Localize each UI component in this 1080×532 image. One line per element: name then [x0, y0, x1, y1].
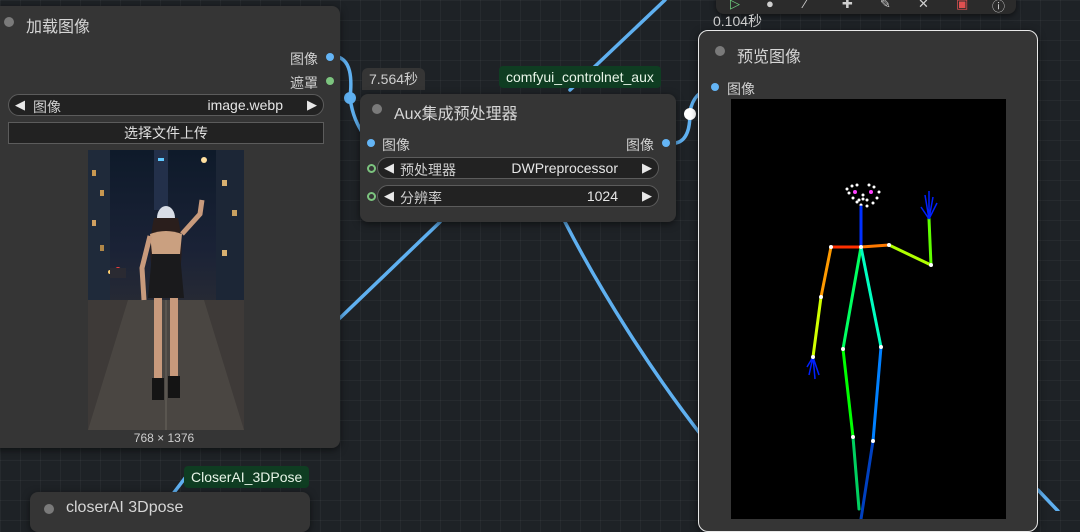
pose-preview-image: [731, 99, 1006, 521]
input-slot-image[interactable]: [711, 83, 719, 91]
closerai-3dpose-node[interactable]: closerAI 3Dpose: [30, 492, 310, 532]
arrow-left-icon[interactable]: ◀: [384, 188, 394, 204]
image-preview: [88, 150, 244, 430]
pin-icon[interactable]: ✚: [842, 0, 853, 12]
widget-label: 图像: [33, 99, 61, 115]
node-title: closerAI 3Dpose: [66, 499, 184, 516]
arrow-left-icon[interactable]: ◀: [15, 97, 25, 113]
output-label-image: 图像: [290, 51, 318, 67]
image-select-widget[interactable]: ◀ 图像 image.webp ▶: [8, 94, 324, 116]
edit-icon[interactable]: ⁄: [804, 0, 806, 11]
closer-package-badge: CloserAI_3DPose: [184, 466, 310, 488]
node-header[interactable]: 预览图像: [699, 31, 1037, 66]
collapse-dot-icon[interactable]: [4, 17, 14, 27]
preview-execution-time: 0.104秒: [713, 13, 763, 29]
widget-value: image.webp: [207, 97, 284, 113]
delete-icon[interactable]: ▣: [956, 0, 968, 12]
input-label-image: 图像: [727, 81, 755, 97]
arrow-right-icon[interactable]: ▶: [642, 188, 652, 204]
night-street-photo: [88, 150, 244, 430]
collapse-dot-icon[interactable]: [44, 504, 54, 514]
collapse-dot-icon[interactable]: [372, 104, 382, 114]
circle-icon[interactable]: ●: [766, 0, 774, 11]
output-label-image: 图像: [626, 137, 654, 153]
wire-right-edge: [1036, 488, 1060, 511]
aux-preprocessor-node[interactable]: Aux集成预处理器 图像 图像 ◀ 预处理器 DWPreprocessor ▶ …: [360, 94, 676, 222]
aux-package-badge: comfyui_controlnet_aux: [499, 66, 661, 88]
arrow-left-icon[interactable]: ◀: [384, 160, 394, 176]
wire-long-diagonal: [563, 220, 707, 442]
wire-reroute-handle: [344, 92, 356, 104]
widget-value: DWPreprocessor: [511, 160, 618, 176]
bypass-icon[interactable]: ✕: [918, 0, 929, 12]
resolution-number-widget[interactable]: ◀ 分辨率 1024 ▶: [377, 185, 659, 207]
widget-input-slot[interactable]: [367, 192, 376, 201]
input-label-image: 图像: [382, 137, 410, 153]
openpose-skeleton: [806, 183, 938, 521]
wire-reroute-handle-white: [684, 108, 696, 120]
output-slot-image[interactable]: [662, 139, 670, 147]
pencil-icon[interactable]: ✎: [880, 0, 891, 12]
wire-left-diagonal: [338, 220, 442, 320]
image-size-label: 768 × 1376: [133, 431, 195, 445]
node-title: 预览图像: [737, 49, 802, 66]
collapse-dot-icon[interactable]: [715, 46, 725, 56]
upload-button[interactable]: 选择文件上传: [8, 122, 324, 144]
widget-label: 分辨率: [400, 190, 442, 206]
output-slot-image[interactable]: [326, 53, 334, 61]
node-header[interactable]: 加载图像: [0, 6, 340, 36]
node-header[interactable]: Aux集成预处理器: [360, 94, 676, 124]
node-title: 加载图像: [26, 19, 91, 36]
input-slot-image[interactable]: [367, 139, 375, 147]
aux-execution-time: 7.564秒: [362, 68, 426, 90]
output-label-mask: 遮罩: [290, 75, 318, 91]
node-title: Aux集成预处理器: [394, 106, 518, 123]
preprocessor-select-widget[interactable]: ◀ 预处理器 DWPreprocessor ▶: [377, 157, 659, 179]
preview-image-node[interactable]: 预览图像 图像: [698, 30, 1038, 532]
widget-value: 1024: [586, 188, 618, 204]
info-icon[interactable]: ⓘ: [992, 0, 1005, 15]
widget-label: 预处理器: [400, 162, 456, 178]
load-image-node[interactable]: 加载图像 图像 遮罩 ◀ 图像 image.webp ▶ 选择文件上传 768 …: [0, 6, 340, 448]
widget-input-slot[interactable]: [367, 164, 376, 173]
arrow-right-icon[interactable]: ▶: [307, 97, 317, 113]
arrow-right-icon[interactable]: ▶: [642, 160, 652, 176]
output-slot-mask[interactable]: [326, 77, 334, 85]
